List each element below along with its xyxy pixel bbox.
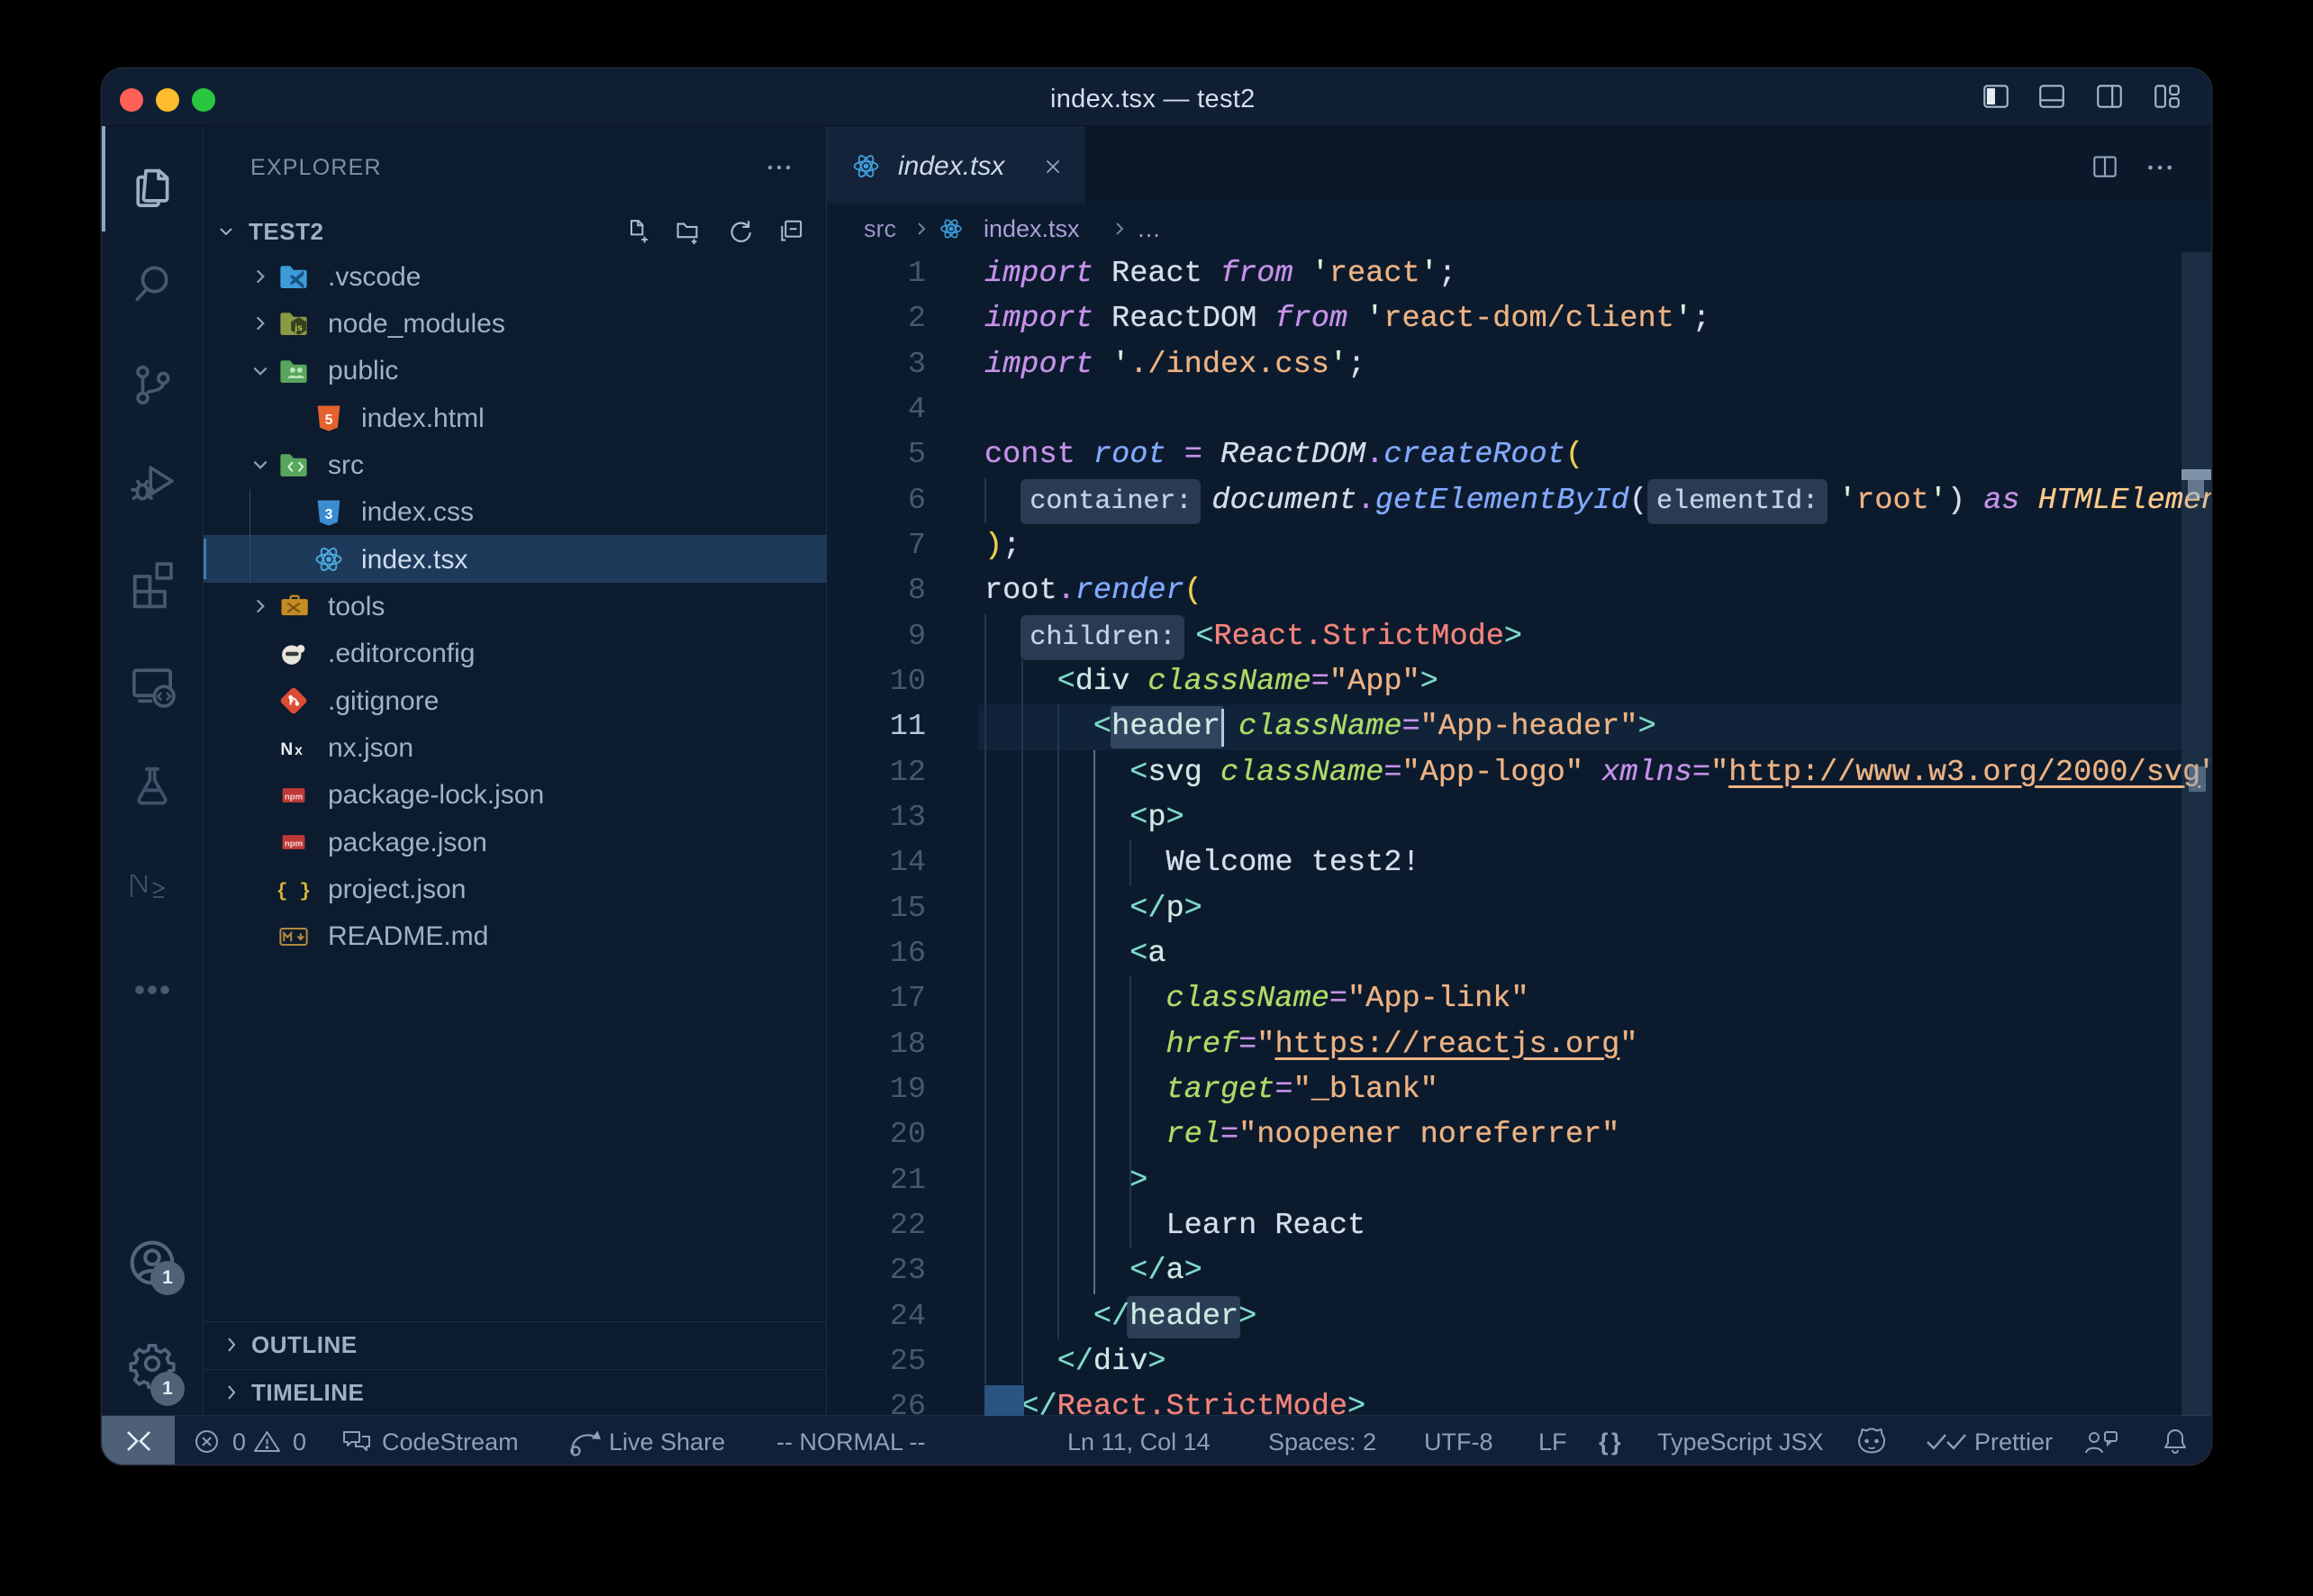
svg-text:npm: npm bbox=[285, 839, 303, 848]
svg-text:npm: npm bbox=[285, 792, 303, 802]
svg-text:3: 3 bbox=[325, 507, 333, 522]
svg-text:x: x bbox=[295, 743, 303, 758]
svg-text:{ }: { } bbox=[277, 881, 310, 902]
svg-text:5: 5 bbox=[325, 413, 333, 428]
svg-text:js: js bbox=[294, 323, 303, 333]
svg-text:N: N bbox=[280, 740, 293, 759]
